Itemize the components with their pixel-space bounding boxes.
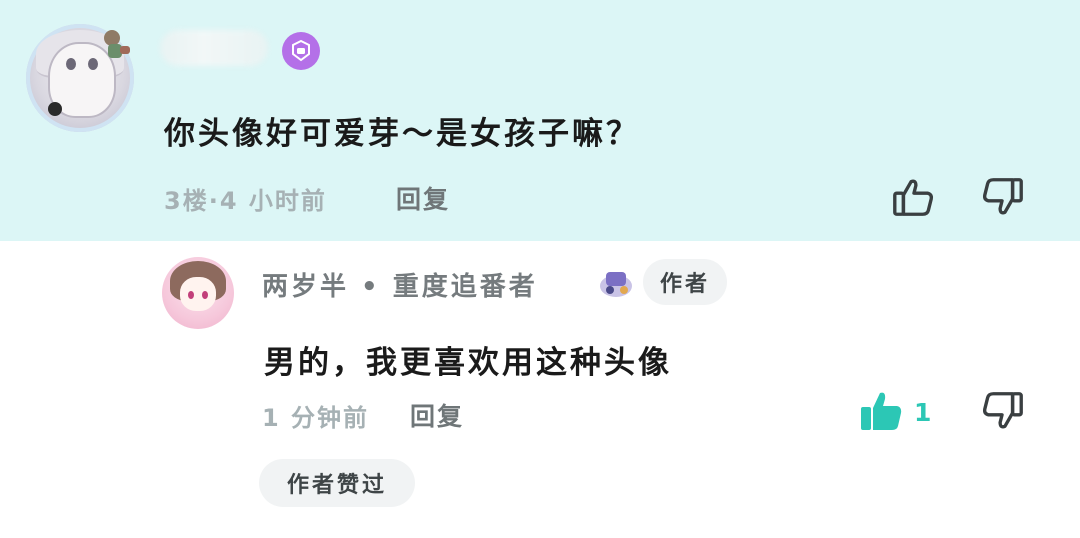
thumbs-down-icon[interactable] bbox=[978, 172, 1028, 222]
level-badge-icon bbox=[282, 32, 320, 70]
username[interactable]: 两岁半 • 重度追番者 bbox=[262, 266, 538, 303]
author-tag: 作者 bbox=[643, 259, 727, 305]
comment-text: 男的，我更喜欢用这种头像 bbox=[264, 345, 672, 381]
fan-medal-icon bbox=[600, 272, 632, 297]
like-count: 1 bbox=[914, 398, 932, 427]
avatar-pendant-icon bbox=[104, 30, 130, 58]
username-blurred[interactable] bbox=[160, 30, 268, 66]
comment-highlighted: 你头像好可爱芽～是女孩子嘛？ 3楼·4 小时前 回复 bbox=[0, 0, 1080, 241]
author-liked-badge: 作者赞过 bbox=[259, 459, 415, 507]
thumbs-up-icon[interactable] bbox=[888, 172, 938, 222]
reply-button[interactable]: 回复 bbox=[396, 180, 450, 216]
thumbs-up-filled-icon[interactable] bbox=[856, 386, 906, 436]
comment-meta: 3楼·4 小时前 bbox=[164, 187, 327, 215]
comment-thread: 你头像好可爱芽～是女孩子嘛？ 3楼·4 小时前 回复 两岁半 • 重度追番者 作… bbox=[0, 0, 1080, 538]
reply-button[interactable]: 回复 bbox=[410, 397, 464, 433]
comment-meta: 1 分钟前 bbox=[262, 404, 370, 432]
thumbs-down-icon[interactable] bbox=[978, 386, 1028, 436]
comment-text: 你头像好可爱芽～是女孩子嘛？ bbox=[164, 116, 640, 152]
avatar[interactable] bbox=[162, 257, 234, 329]
